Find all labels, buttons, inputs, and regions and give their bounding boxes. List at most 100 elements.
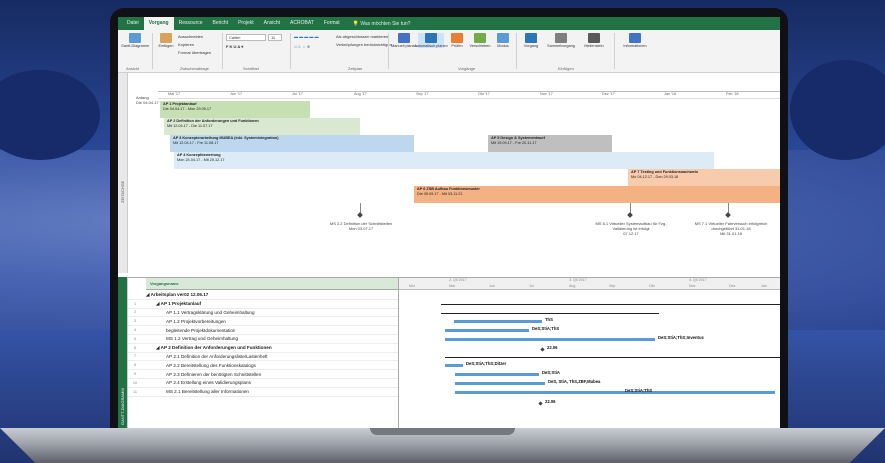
table-row[interactable]: 2 AP 1.1 Vertragsklärung und Geheimhaltun… (128, 309, 398, 318)
task-name: begleitende Projektdokumentation (166, 327, 236, 333)
timeline-bar-ap6[interactable]: AP 6 ZSB Aufbau Funktionsmuster Die 05.09… (414, 186, 780, 203)
timeline-month: Jul '17 (292, 92, 303, 96)
row-number: 1 (133, 301, 137, 306)
resource-label: DeS;StiA;ThS (532, 326, 560, 331)
milestone-diamond[interactable] (538, 401, 543, 406)
copy-button[interactable]: Kopieren (178, 42, 194, 47)
task-name: MS 1.2 Vertrag und Geheimhaltung (166, 336, 239, 342)
manual-schedule-button[interactable]: Manuell planen (391, 33, 417, 48)
month-label: Mai (449, 284, 455, 288)
paste-button[interactable]: Einfügen (156, 33, 176, 48)
bar-title: AP 7 Testing und Funktionsnachweis (631, 170, 698, 174)
table-row[interactable]: 5 MS 1.2 Vertrag und Geheimhaltung (128, 335, 398, 344)
move-button[interactable]: Verschieben (468, 33, 492, 48)
summary-task-button[interactable]: Sammelvorgang (544, 33, 578, 48)
insert-task-button[interactable]: Vorgang (520, 33, 542, 48)
summary-bar[interactable] (445, 357, 780, 358)
font-size-select[interactable]: 11 (268, 34, 282, 41)
gantt-chart-area[interactable]: 2. Qtl 2017 3. Qtl 2017 4. Qtl 2017 Mrz … (398, 278, 780, 428)
task-bar[interactable] (445, 329, 529, 332)
resource-label: DeS;StiA;ThS (625, 388, 653, 393)
bar-title: AP 4 Konzeptbewertung (177, 153, 221, 157)
mark-complete-button[interactable]: Als abgeschlossen markieren (336, 34, 388, 39)
tab-datei[interactable]: Datei (122, 17, 144, 30)
timeline-bar-ap2[interactable]: AP 2 Definition der Anforderungen und Fu… (164, 118, 360, 135)
inspect-button[interactable]: Prüfen (448, 33, 466, 48)
tab-ansicht[interactable]: Ansicht (259, 17, 285, 30)
tab-acrobat[interactable]: ACROBAT (285, 17, 319, 30)
milestone-button[interactable]: Meilenstein (580, 33, 608, 48)
bar-dates: Die 05.09.17 - Mit 03.11.21 (417, 191, 463, 196)
month-label: Okt (649, 284, 655, 288)
timeline-bar-ap3[interactable]: AP 3 Konzepterarbeitung MUBEA (inkl. Sys… (170, 135, 414, 152)
table-row[interactable]: 3 AP 1.2 Projektvorbereitungen (128, 317, 398, 327)
table-row[interactable]: 9 AP 2.3 Definieren der benötigten Schnit… (128, 370, 398, 379)
table-row[interactable]: 8 AP 2.2 Bereitstellung des Funktionskata… (128, 361, 398, 371)
milestone-diamond[interactable] (540, 347, 545, 352)
timeline-bar-ap4[interactable]: AP 4 Konzeptbewertung Mon 24.04.17 - Mit … (174, 152, 714, 169)
format-painter-button[interactable]: Format übertragen (178, 50, 211, 55)
summary-bar[interactable] (441, 313, 659, 314)
task-label: Vorgang (523, 44, 539, 48)
milestone-label: MS 7.1 Virtueller Fahrversuch erfolgreic… (694, 221, 768, 231)
tab-vorgang[interactable]: Vorgang (143, 17, 174, 30)
gantt-view-button[interactable]: Gantt-Diagramm (121, 33, 149, 48)
schedule-percent-buttons[interactable]: ▬ ▬ ▬ ▬ ▬ (294, 34, 318, 39)
task-bar[interactable] (455, 391, 775, 394)
timeline-month: Aug '17 (354, 92, 367, 96)
task-bar[interactable] (445, 338, 655, 341)
task-bar[interactable] (455, 382, 545, 385)
cut-button[interactable]: Ausschneiden (178, 34, 203, 39)
bar-dates: Mit 19.09.17 - Fre 20.11.17 (491, 140, 537, 145)
bar-dates: Mon 24.04.17 - Mit 20.12.17 (177, 157, 225, 162)
task-bar[interactable] (445, 364, 463, 367)
font-name-select[interactable]: Calibri (226, 34, 266, 41)
table-row[interactable]: 4 begleitende Projektdokumentation (128, 326, 398, 335)
inspect-label: Prüfen (451, 44, 463, 48)
timeline-bar-ap1[interactable]: AP 1 Projektanlauf Die 04.04.17 - Mon 29.… (160, 101, 310, 118)
summary-bar[interactable] (441, 304, 780, 305)
table-row[interactable]: ◢ Arbeitsplan ver02 12.06.17 (128, 291, 398, 300)
milestone-ms22: MS 2.2 Definition der Schnittstellen Mon… (324, 221, 398, 231)
table-row[interactable]: 10 AP 2.4 Erstellung eines Validierungspl… (128, 379, 398, 388)
tab-ressource[interactable]: Ressource (174, 17, 208, 30)
timeline-side-label: ZEITACHSE (120, 180, 125, 203)
tab-projekt[interactable]: Projekt (233, 17, 259, 30)
information-button[interactable]: Informationen (618, 33, 652, 48)
auto-schedule-button[interactable]: Automatisch planen (414, 33, 448, 48)
respect-links-button[interactable]: Verknüpfungen berücksichtigen (336, 42, 392, 47)
summary-label: Sammelvorgang (547, 44, 575, 48)
task-bar[interactable] (454, 320, 542, 323)
milestone-label: MS 6.1 Virtueller Systemaufbau für Fzg-V… (595, 221, 667, 231)
table-row[interactable]: 6 ◢ AP 2 Definition der Anforderungen und… (128, 344, 398, 353)
timeline-month: Nov '17 (540, 92, 553, 96)
timeline-month: Feb '18 (726, 92, 739, 96)
task-bar[interactable] (455, 373, 539, 376)
timeline-month: Mai '17 (168, 92, 181, 96)
table-row[interactable]: 1 ◢ AP 1 Projektanlauf (128, 300, 398, 309)
month-label: Nov (689, 284, 696, 288)
milestone-diamond[interactable] (627, 212, 633, 218)
timeline-view[interactable]: Anfang Die 04.04.17 Mai '17 Jun '17 Jul … (128, 73, 780, 273)
tab-format[interactable]: Format (319, 17, 345, 30)
timeline-bar-ap5[interactable]: AP 5 Design & Systementwurf Mit 19.09.17 … (488, 135, 612, 152)
table-row[interactable]: 7 AP 2.1 Definition der Anforderungsliste… (128, 353, 398, 362)
gantt-side-panel: GANTT-DIAGRAMM (118, 277, 128, 428)
column-header-task-name[interactable]: Vorgangsname (146, 278, 408, 290)
milestone-diamond[interactable] (357, 212, 363, 218)
font-style-buttons[interactable]: F K U A ▾ (226, 44, 243, 49)
table-row[interactable]: 11 MS 2.1 Bereitstellung aller Informatio… (128, 388, 398, 397)
gantt-timescale: 2. Qtl 2017 3. Qtl 2017 4. Qtl 2017 Mrz … (399, 278, 780, 290)
mode-button[interactable]: Modus (494, 33, 512, 48)
tell-me-search[interactable]: 💡 Was möchten Sie tun? (353, 21, 411, 27)
info-icon (629, 33, 641, 43)
timeline-start-date: Die 04.04.17 (136, 100, 159, 105)
resource-label: DeS, StiA, ThS,ZBF,Mubea (548, 379, 601, 384)
link-tasks-icons[interactable]: ⊂⊃ ⇔ ⊕ (294, 44, 310, 49)
month-label: Aug (569, 284, 576, 288)
milestone-diamond[interactable] (725, 212, 731, 218)
paste-label: Einfügen (158, 44, 174, 48)
timeline-bar-ap7[interactable]: AP 7 Testing und Funktionsnachweis Mo 04.… (628, 169, 780, 186)
timeline-month: Okt '17 (478, 92, 490, 96)
tab-bericht[interactable]: Bericht (208, 17, 234, 30)
